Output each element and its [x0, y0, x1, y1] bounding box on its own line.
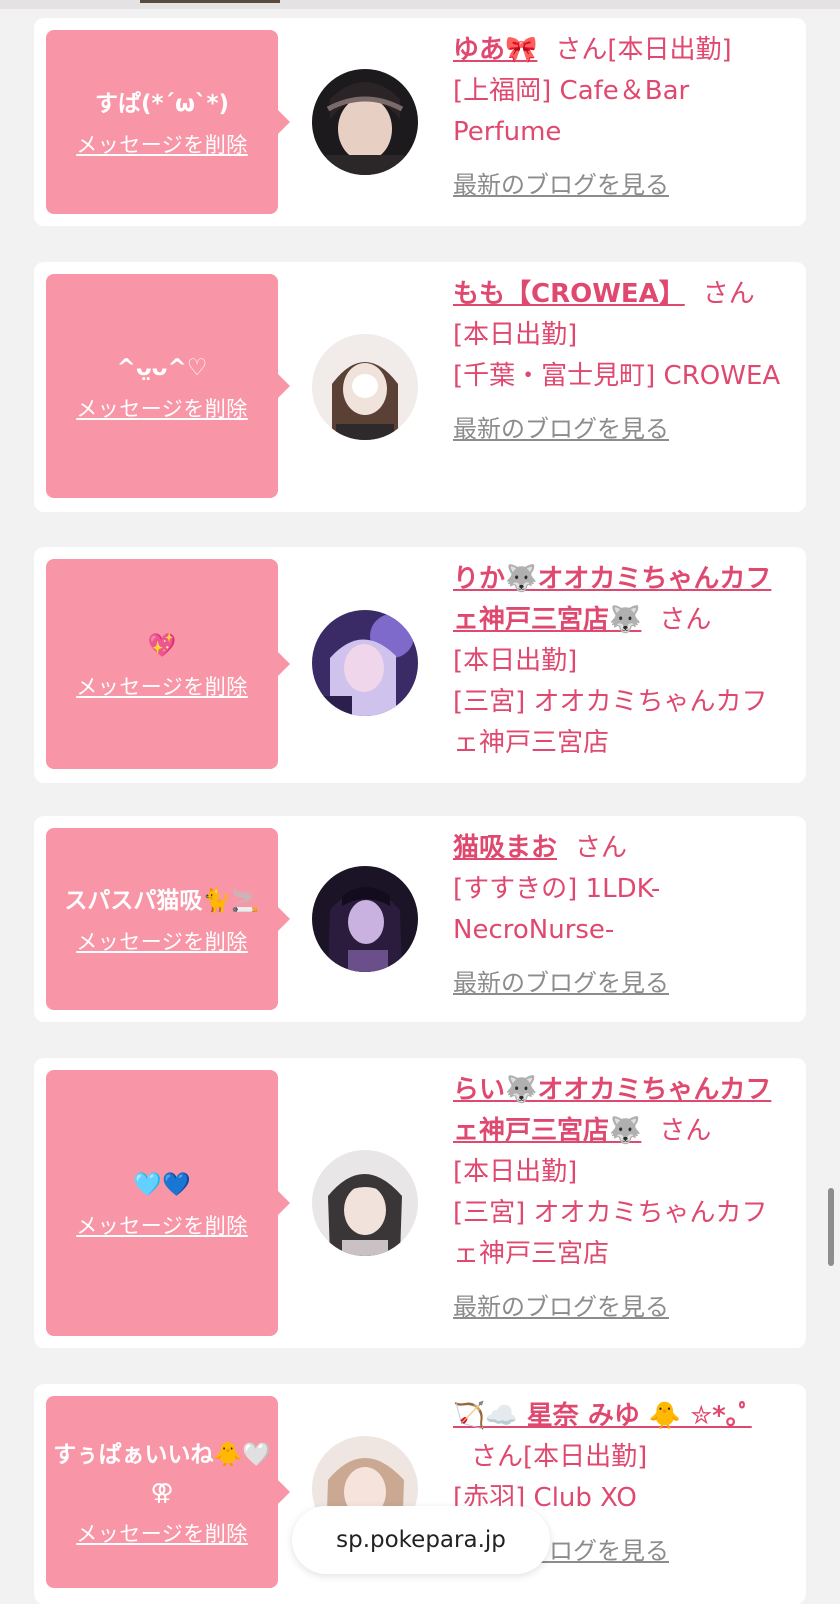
- browser-url-bar[interactable]: sp.pokepara.jp: [292, 1506, 550, 1574]
- avatar[interactable]: [312, 610, 418, 716]
- active-tab-indicator: [140, 0, 280, 3]
- cast-name-link[interactable]: 猫吸まお: [453, 833, 557, 863]
- cast-name-link[interactable]: りか🐺オオカミちゃんカフェ神戸三宮店🐺: [453, 564, 771, 635]
- delete-message-link[interactable]: メッセージを削除: [76, 1518, 248, 1548]
- delete-message-link[interactable]: メッセージを削除: [76, 393, 248, 423]
- message-text: ^ᴗ̤ᴗ^♡: [116, 355, 208, 381]
- delete-message-link[interactable]: メッセージを削除: [76, 129, 248, 159]
- message-text: すぱ(*´ω`*): [94, 91, 230, 117]
- honorific: さん: [471, 1442, 524, 1472]
- status-label: [本日出勤]: [453, 1157, 578, 1187]
- message-bubble: すぅぱぁいいね🐥🤍⚢ メッセージを削除: [46, 1396, 290, 1588]
- scrollbar[interactable]: [828, 1188, 834, 1266]
- url-text: sp.pokepara.jp: [336, 1527, 506, 1553]
- message-text: すぅぱぁいいね🐥🤍⚢: [53, 1442, 271, 1506]
- honorific: さん: [702, 279, 755, 309]
- shop-label: [千葉・富士見町] CROWEA: [453, 361, 781, 391]
- favorite-card: スパスパ猫吸🐈🚬 メッセージを削除 猫吸まお さん [すすきの] 1LDK-Nec…: [34, 816, 806, 1022]
- favorite-card: 🩵💙 メッセージを削除 らい🐺オオカミちゃんカフェ神戸三宮店🐺 さん [本日出勤]…: [34, 1058, 806, 1348]
- shop-label: [三宮] オオカミちゃんカフェ神戸三宮店: [453, 1198, 768, 1269]
- message-bubble: ^ᴗ̤ᴗ^♡ メッセージを削除: [46, 274, 290, 498]
- status-label: [本日出勤]: [453, 646, 578, 676]
- cast-name-link[interactable]: 🏹☁️ 星奈 みゆ 🐥 ✮*｡ﾟ: [453, 1401, 752, 1431]
- message-bubble: すぱ(*´ω`*) メッセージを削除: [46, 30, 290, 214]
- cast-info: 猫吸まお さん [すすきの] 1LDK-NecroNurse- 最新のブログを見る: [453, 828, 793, 1004]
- shop-label: [上福岡] Cafe＆Bar Perfume: [453, 76, 690, 147]
- favorite-card: 💖 メッセージを削除 りか🐺オオカミちゃんカフェ神戸三宮店🐺 さん [本日出勤] …: [34, 547, 806, 783]
- avatar[interactable]: [312, 1150, 418, 1256]
- avatar[interactable]: [312, 334, 418, 440]
- message-bubble: スパスパ猫吸🐈🚬 メッセージを削除: [46, 828, 290, 1010]
- honorific: さん: [659, 1116, 712, 1146]
- latest-blog-link[interactable]: 最新のブログを見る: [453, 165, 793, 206]
- avatar[interactable]: [312, 866, 418, 972]
- message-text: 💖: [147, 633, 177, 659]
- shop-label: [三宮] オオカミちゃんカフェ神戸三宮店: [453, 687, 768, 758]
- message-text: 🩵💙: [133, 1172, 191, 1198]
- status-label: [本日出勤]: [523, 1442, 648, 1472]
- cast-name-link[interactable]: もも【CROWEA】: [453, 279, 685, 309]
- top-tab-strip: [0, 0, 840, 9]
- delete-message-link[interactable]: メッセージを削除: [76, 1210, 248, 1240]
- message-bubble: 🩵💙 メッセージを削除: [46, 1070, 290, 1336]
- message-text: スパスパ猫吸🐈🚬: [64, 888, 260, 914]
- delete-message-link[interactable]: メッセージを削除: [76, 671, 248, 701]
- cast-name-link[interactable]: らい🐺オオカミちゃんカフェ神戸三宮店🐺: [453, 1075, 771, 1146]
- cast-info: らい🐺オオカミちゃんカフェ神戸三宮店🐺 さん [本日出勤] [三宮] オオカミちゃ…: [453, 1070, 793, 1328]
- status-label: [本日出勤]: [453, 320, 578, 350]
- honorific: さん: [575, 833, 628, 863]
- favorite-card: ^ᴗ̤ᴗ^♡ メッセージを削除 もも【CROWEA】 さん [本日出勤] [千葉・…: [34, 262, 806, 512]
- avatar[interactable]: [312, 69, 418, 175]
- latest-blog-link[interactable]: 最新のブログを見る: [453, 409, 793, 450]
- cast-info: ゆあ🎀 さん[本日出勤] [上福岡] Cafe＆Bar Perfume 最新のブロ…: [453, 30, 793, 206]
- status-label: [本日出勤]: [607, 35, 732, 65]
- honorific: さん: [659, 605, 712, 635]
- cast-info: りか🐺オオカミちゃんカフェ神戸三宮店🐺 さん [本日出勤] [三宮] オオカミちゃ…: [453, 559, 793, 764]
- shop-label: [すすきの] 1LDK-NecroNurse-: [453, 874, 661, 945]
- cast-name-link[interactable]: ゆあ🎀: [453, 35, 537, 65]
- message-bubble: 💖 メッセージを削除: [46, 559, 290, 769]
- cast-info: もも【CROWEA】 さん [本日出勤] [千葉・富士見町] CROWEA 最新の…: [453, 274, 793, 450]
- favorite-card: すぱ(*´ω`*) メッセージを削除 ゆあ🎀 さん[本日出勤] [上福岡] Caf…: [34, 18, 806, 226]
- honorific: さん: [555, 35, 608, 65]
- latest-blog-link[interactable]: 最新のブログを見る: [453, 963, 793, 1004]
- latest-blog-link[interactable]: 最新のブログを見る: [453, 1287, 793, 1328]
- delete-message-link[interactable]: メッセージを削除: [76, 926, 248, 956]
